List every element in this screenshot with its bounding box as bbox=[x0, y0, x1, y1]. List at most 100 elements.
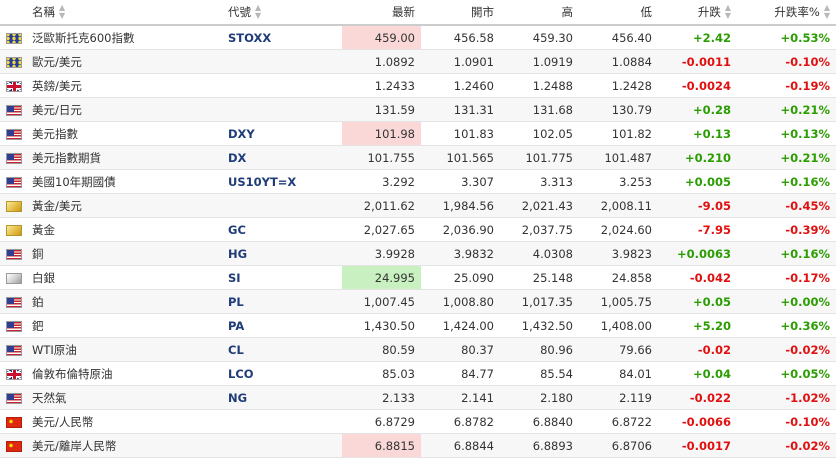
table-row[interactable]: 歐元/美元 1.0892 1.0901 1.0919 1.0884 -0.0011 -0.1… bbox=[0, 49, 836, 74]
instrument-symbol[interactable]: DXY bbox=[222, 121, 342, 146]
low-price: 24.858 bbox=[579, 265, 658, 290]
eu-flag-icon bbox=[6, 56, 22, 68]
low-price: 6.8706 bbox=[579, 433, 658, 458]
sort-arrows-icon[interactable]: ▲ ▼ bbox=[255, 4, 261, 20]
low-price: 130.79 bbox=[579, 97, 658, 122]
table-row[interactable]: 倫敦布倫特原油 LCO 85.03 84.77 85.54 84.01 +0.04 +0.05… bbox=[0, 361, 836, 386]
table-row[interactable]: 黃金/美元 2,011.62 1,984.56 2,021.43 2,008.11 -9.… bbox=[0, 193, 836, 218]
high-price: 6.8840 bbox=[500, 409, 579, 434]
instrument-symbol[interactable]: LCO bbox=[222, 361, 342, 386]
instrument-name[interactable]: 美元指數期貨 bbox=[26, 145, 222, 170]
high-price: 2,037.75 bbox=[500, 217, 579, 242]
instrument-name[interactable]: 美元指數 bbox=[26, 121, 222, 146]
table-row[interactable]: 美國10年期國債 US10YT=X 3.292 3.307 3.313 3.253 +0.0… bbox=[0, 169, 836, 194]
instrument-name[interactable]: 天然氣 bbox=[26, 385, 222, 410]
us-flag-icon bbox=[6, 128, 22, 140]
instrument-symbol[interactable]: PL bbox=[222, 289, 342, 314]
header-change[interactable]: 升跌 ▲ ▼ bbox=[658, 0, 737, 26]
table-row[interactable]: 美元/離岸人民幣 6.8815 6.8844 6.8893 6.8706 -0.0017-… bbox=[0, 433, 836, 458]
instrument-symbol[interactable] bbox=[222, 49, 342, 74]
table-row[interactable]: 美元/人民幣 6.8729 6.8782 6.8840 6.8722 -0.0066 -0.… bbox=[0, 409, 836, 434]
sort-arrows-icon[interactable]: ▲ ▼ bbox=[59, 4, 65, 20]
sort-arrows-icon[interactable]: ▲ ▼ bbox=[824, 4, 830, 20]
sort-arrows-icon[interactable]: ▲ ▼ bbox=[725, 4, 731, 20]
table-row[interactable]: 天然氣 NG 2.133 2.141 2.180 2.119 -0.022 -1.02% bbox=[0, 385, 836, 410]
instrument-name[interactable]: 倫敦布倫特原油 bbox=[26, 361, 222, 386]
instrument-symbol[interactable] bbox=[222, 193, 342, 218]
high-price: 6.8893 bbox=[500, 433, 579, 458]
table-row[interactable]: 銅 HG 3.9928 3.9832 4.0308 3.9823 +0.0063 +0.16% bbox=[0, 241, 836, 266]
instrument-name[interactable]: 英鎊/美元 bbox=[26, 73, 222, 98]
change-percent: +0.16% bbox=[737, 241, 836, 266]
instrument-symbol[interactable]: SI bbox=[222, 265, 342, 290]
table-row[interactable]: 鉑 PL 1,007.45 1,008.80 1,017.35 1,005.75 +0.05… bbox=[0, 289, 836, 314]
change-percent: +0.21% bbox=[737, 97, 836, 122]
instrument-symbol[interactable]: PA bbox=[222, 313, 342, 338]
header-open[interactable]: 開市 bbox=[421, 0, 500, 26]
instrument-name[interactable]: 美國10年期國債 bbox=[26, 169, 222, 194]
instrument-name[interactable]: 美元/離岸人民幣 bbox=[26, 433, 222, 458]
header-last[interactable]: 最新 bbox=[342, 0, 421, 26]
open-price: 84.77 bbox=[421, 361, 500, 386]
instrument-name[interactable]: 美元/日元 bbox=[26, 97, 222, 122]
table-row[interactable]: 美元指數期貨 DX 101.755 101.565 101.775 101.487 +0.2… bbox=[0, 145, 836, 170]
instrument-symbol[interactable]: STOXX bbox=[222, 25, 342, 50]
instrument-name[interactable]: WTI原油 bbox=[26, 337, 222, 362]
change-percent: +0.21% bbox=[737, 145, 836, 170]
instrument-name[interactable]: 黃金 bbox=[26, 217, 222, 242]
table-row[interactable]: 泛歐斯托克600指數 STOXX 459.00 456.58 459.30 456.40 +… bbox=[0, 25, 836, 50]
instrument-name[interactable]: 鉑 bbox=[26, 289, 222, 314]
instrument-symbol[interactable]: CL bbox=[222, 337, 342, 362]
instrument-name[interactable]: 美元/人民幣 bbox=[26, 409, 222, 434]
low-price: 3.9823 bbox=[579, 241, 658, 266]
header-high[interactable]: 高 bbox=[500, 0, 579, 26]
change-value: -9.05 bbox=[658, 193, 737, 218]
instrument-symbol[interactable] bbox=[222, 97, 342, 122]
instrument-name[interactable]: 白銀 bbox=[26, 265, 222, 290]
instrument-name[interactable]: 泛歐斯托克600指數 bbox=[26, 25, 222, 50]
table-row[interactable]: 白銀 SI 24.995 25.090 25.148 24.858 -0.042 -0.17% bbox=[0, 265, 836, 290]
us-flag-icon bbox=[6, 152, 22, 164]
instrument-name[interactable]: 歐元/美元 bbox=[26, 49, 222, 74]
open-price: 1,984.56 bbox=[421, 193, 500, 218]
instrument-symbol[interactable]: NG bbox=[222, 385, 342, 410]
table-row[interactable]: 美元/日元 131.59 131.31 131.68 130.79 +0.28 +0.21% bbox=[0, 97, 836, 122]
header-change-pct[interactable]: 升跌率% ▲ ▼ bbox=[737, 0, 836, 26]
open-price: 1,008.80 bbox=[421, 289, 500, 314]
header-symbol[interactable]: 代號 ▲ ▼ bbox=[222, 0, 342, 26]
low-price: 2,008.11 bbox=[579, 193, 658, 218]
instrument-name[interactable]: 銅 bbox=[26, 241, 222, 266]
gold-flag-icon bbox=[6, 200, 22, 212]
instrument-name[interactable]: 黃金/美元 bbox=[26, 193, 222, 218]
table-row[interactable]: 英鎊/美元 1.2433 1.2460 1.2488 1.2428 -0.0024 -0.1… bbox=[0, 73, 836, 98]
flag-cell bbox=[0, 145, 26, 170]
change-value: +0.0063 bbox=[658, 241, 737, 266]
high-price: 1,017.35 bbox=[500, 289, 579, 314]
instrument-symbol[interactable]: US10YT=X bbox=[222, 169, 342, 194]
last-price: 1,007.45 bbox=[342, 289, 421, 314]
change-percent: -0.10% bbox=[737, 49, 836, 74]
instrument-symbol[interactable]: GC bbox=[222, 217, 342, 242]
table-row[interactable]: 美元指數 DXY 101.98 101.83 102.05 101.82 +0.13 +0.1… bbox=[0, 121, 836, 146]
instrument-name[interactable]: 鈀 bbox=[26, 313, 222, 338]
instrument-symbol[interactable] bbox=[222, 433, 342, 458]
high-price: 2,021.43 bbox=[500, 193, 579, 218]
high-price: 102.05 bbox=[500, 121, 579, 146]
flag-cell bbox=[0, 313, 26, 338]
instrument-symbol[interactable] bbox=[222, 409, 342, 434]
high-price: 25.148 bbox=[500, 265, 579, 290]
open-price: 25.090 bbox=[421, 265, 500, 290]
instrument-symbol[interactable]: HG bbox=[222, 241, 342, 266]
instrument-symbol[interactable]: DX bbox=[222, 145, 342, 170]
change-value: -0.042 bbox=[658, 265, 737, 290]
instrument-symbol[interactable] bbox=[222, 73, 342, 98]
header-name[interactable]: 名稱 ▲ ▼ bbox=[26, 0, 222, 26]
change-percent: +0.00% bbox=[737, 289, 836, 314]
table-row[interactable]: 黃金 GC 2,027.65 2,036.90 2,037.75 2,024.60 -7.9… bbox=[0, 217, 836, 242]
header-low[interactable]: 低 bbox=[579, 0, 658, 26]
change-value: -0.0017 bbox=[658, 433, 737, 458]
table-row[interactable]: 鈀 PA 1,430.50 1,424.00 1,432.50 1,408.00 +5.20… bbox=[0, 313, 836, 338]
change-percent: -0.45% bbox=[737, 193, 836, 218]
change-value: +0.13 bbox=[658, 121, 737, 146]
table-row[interactable]: WTI原油 CL 80.59 80.37 80.96 79.66 -0.02 -0.02% bbox=[0, 337, 836, 362]
